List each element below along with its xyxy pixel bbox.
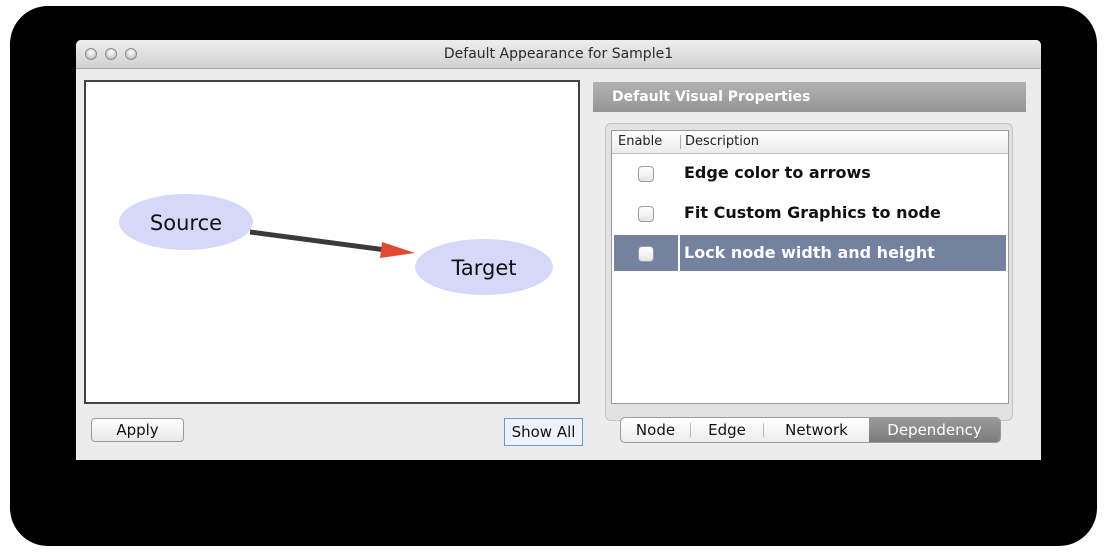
tab-edge[interactable]: Edge [691, 418, 763, 442]
enable-checkbox[interactable] [638, 166, 654, 182]
window-title: Default Appearance for Sample1 [443, 46, 674, 62]
category-tab-bar: Node Edge Network Dependency [620, 417, 1001, 443]
property-description: Fit Custom Graphics to node [684, 203, 941, 222]
tab-dependency[interactable]: Dependency [869, 418, 1000, 442]
property-description: Lock node width and height [684, 243, 935, 262]
title-bar[interactable]: Default Appearance for Sample1 [76, 40, 1041, 69]
dialog-window: Default Appearance for Sample1 Source Ta… [76, 40, 1041, 460]
column-header-enable[interactable]: Enable [618, 134, 662, 149]
target-node-label: Target [451, 256, 517, 280]
tab-network[interactable]: Network [764, 418, 869, 442]
table-row[interactable]: Fit Custom Graphics to node [614, 195, 1006, 231]
tab-node[interactable]: Node [621, 418, 690, 442]
enable-checkbox[interactable] [638, 246, 654, 262]
show-all-button[interactable]: Show All [504, 418, 583, 446]
enable-checkbox[interactable] [638, 206, 654, 222]
table-header: Enable Description [612, 131, 1008, 154]
table-row[interactable]: Edge color to arrows [614, 155, 1006, 191]
source-node-label: Source [150, 211, 222, 235]
edge-line [249, 229, 387, 253]
property-description: Edge color to arrows [684, 163, 871, 182]
column-divider [680, 135, 681, 149]
table-row-selected[interactable]: Lock node width and height [614, 235, 1006, 271]
visual-properties-header: Default Visual Properties [593, 82, 1026, 112]
apply-button[interactable]: Apply [91, 418, 184, 442]
edge-arrow [380, 242, 415, 258]
cell-divider [678, 235, 680, 271]
network-preview-canvas[interactable]: Source Target [84, 80, 580, 404]
properties-table: Enable Description Edge color to arrows … [611, 130, 1009, 404]
column-header-description[interactable]: Description [685, 134, 759, 149]
